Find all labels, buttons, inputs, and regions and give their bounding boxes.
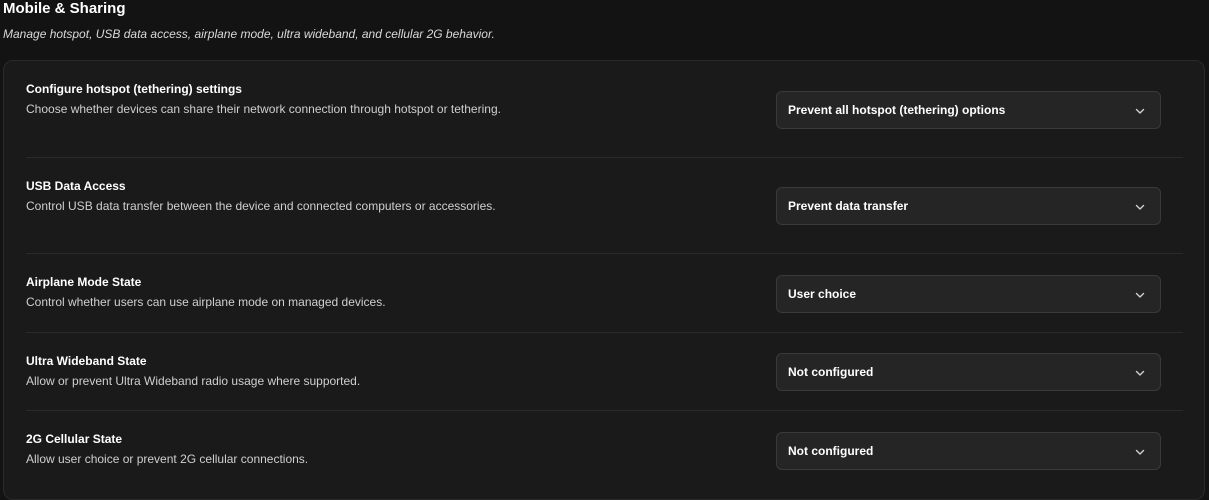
chevron-down-icon (1135, 292, 1145, 298)
chevron-down-icon (1135, 449, 1145, 455)
chevron-down-icon (1135, 108, 1145, 114)
select-value: Not configured (788, 365, 874, 379)
setting-description: Control whether users can use airplane m… (26, 295, 386, 309)
usb-data-select[interactable]: Prevent data transfer (776, 187, 1161, 225)
2g-cellular-select[interactable]: Not configured (776, 432, 1161, 470)
hotspot-select[interactable]: Prevent all hotspot (tethering) options (776, 91, 1161, 129)
row-divider (26, 410, 1183, 411)
setting-description: Allow user choice or prevent 2G cellular… (26, 452, 309, 466)
select-value: User choice (788, 287, 857, 301)
select-value: Prevent all hotspot (tethering) options (788, 103, 1006, 117)
ultra-wideband-select[interactable]: Not configured (776, 353, 1161, 391)
airplane-mode-select[interactable]: User choice (776, 275, 1161, 313)
select-value: Prevent data transfer (788, 199, 909, 213)
section-header: Mobile & Sharing Manage hotspot, USB dat… (3, 0, 495, 42)
row-divider (26, 332, 1183, 333)
row-divider (26, 253, 1183, 254)
chevron-down-icon (1135, 204, 1145, 210)
select-value: Not configured (788, 444, 874, 458)
setting-description: Control USB data transfer between the de… (26, 199, 496, 213)
row-divider (26, 157, 1183, 158)
section-title: Mobile & Sharing (3, 0, 126, 17)
section-subtitle: Manage hotspot, USB data access, airplan… (3, 27, 495, 41)
setting-description: Allow or prevent Ultra Wideband radio us… (26, 374, 361, 388)
settings-card: Configure hotspot (tethering) settings C… (3, 60, 1205, 500)
setting-description: Choose whether devices can share their n… (26, 102, 501, 116)
chevron-down-icon (1135, 370, 1145, 376)
